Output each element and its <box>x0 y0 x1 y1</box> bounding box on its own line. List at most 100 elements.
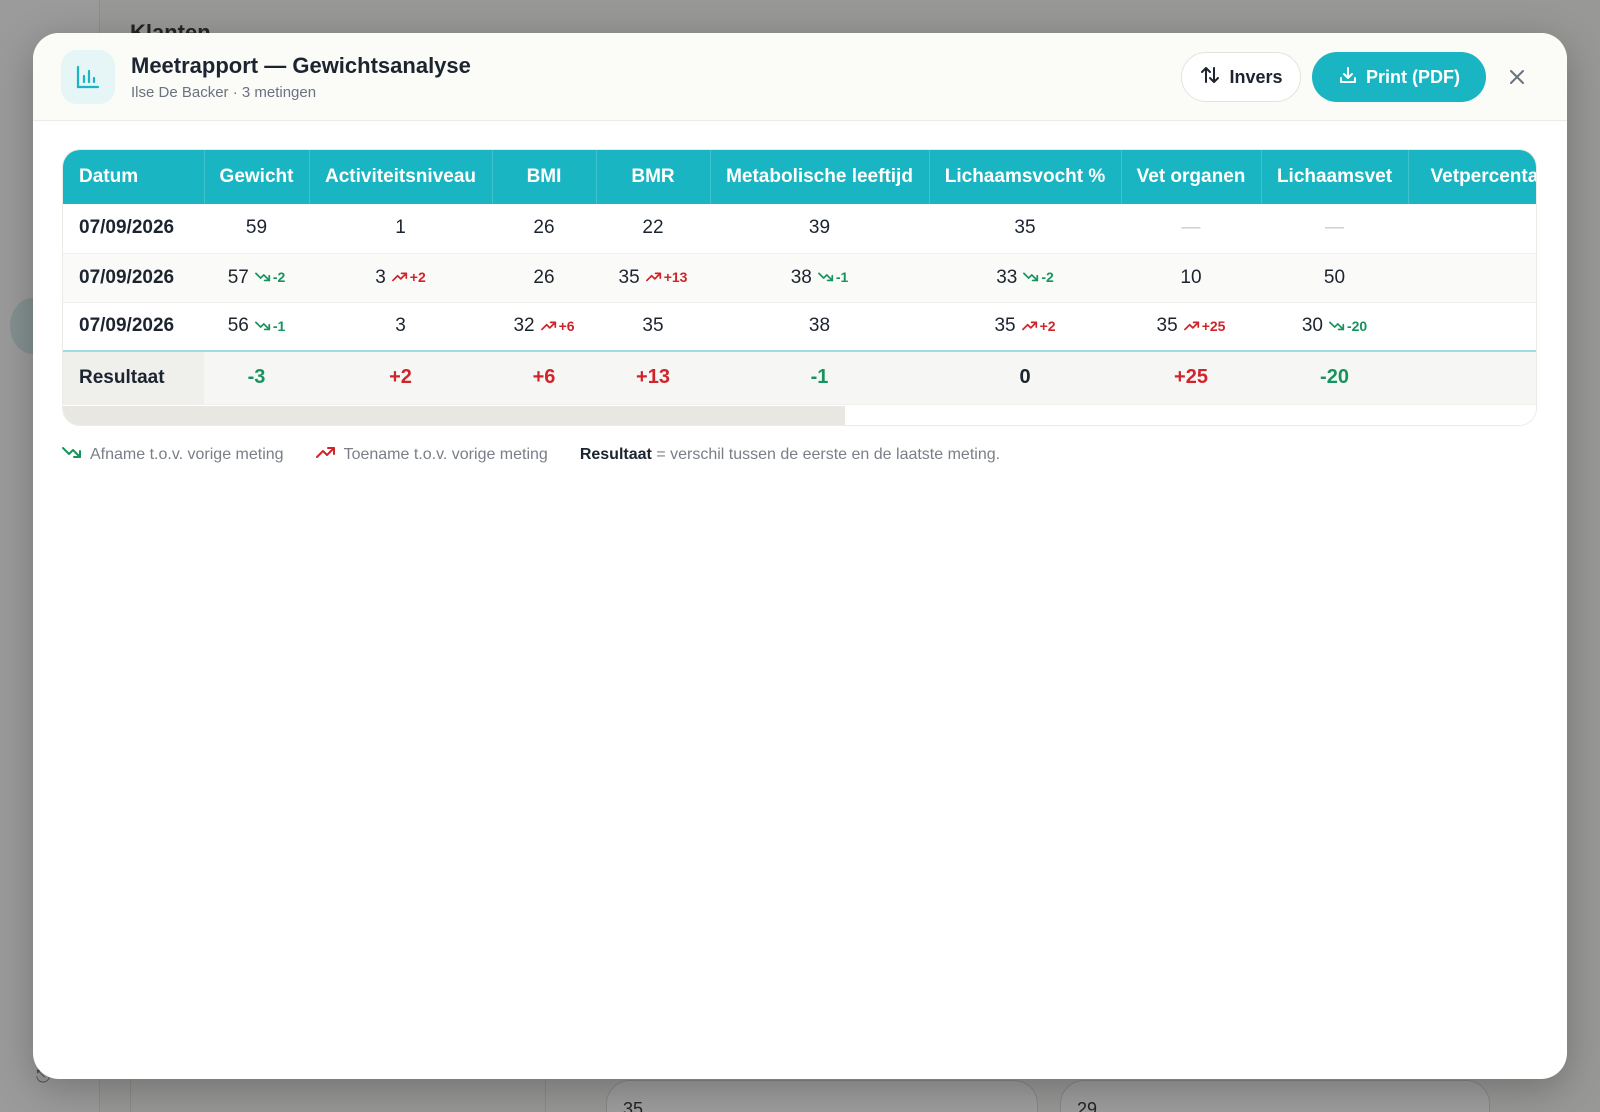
trend-down-icon <box>254 269 271 285</box>
cell-value: 38 <box>808 315 831 337</box>
cell-value: 35 <box>618 266 640 288</box>
result-value: -3 <box>204 350 309 405</box>
table-cell: 39 <box>710 204 929 254</box>
table-cell: 22 <box>596 204 710 254</box>
delta-value: +13 <box>663 269 688 286</box>
trend-up-icon <box>540 318 557 334</box>
legend-result-term: Resultaat <box>579 445 652 463</box>
result-value: +25 <box>1121 350 1261 405</box>
delta-badge: +2 <box>391 269 426 286</box>
cell-value: 35 <box>1014 217 1036 239</box>
invert-button[interactable]: Invers <box>1181 52 1301 102</box>
delta-badge: +13 <box>645 269 688 286</box>
cell-value: 22 <box>642 217 664 239</box>
cell-value: 35 <box>994 315 1016 337</box>
close-icon[interactable] <box>1503 63 1531 91</box>
result-value: +13 <box>596 350 710 405</box>
result-value: -20 <box>1261 350 1408 405</box>
trend-up-icon <box>1183 318 1200 334</box>
column-header: Metabolische leeftijd <box>710 150 930 204</box>
table-row: 07/09/2026 57 -2 3 +2 26 35 +13 38 -1 33 -2 10 50 <box>63 253 1536 303</box>
legend-decrease-label: Afname t.o.v. vorige meting <box>90 445 284 463</box>
print-pdf-button[interactable]: Print (PDF) <box>1312 52 1486 102</box>
delta-badge: -2 <box>254 269 286 286</box>
modal-title: Meetrapport — Gewichtsanalyse <box>131 53 471 78</box>
cell-value: 10 <box>1180 266 1202 288</box>
trend-up-icon <box>645 269 662 285</box>
delta-value: -2 <box>272 269 286 286</box>
delta-value: +25 <box>1201 318 1226 335</box>
row-date: 07/09/2026 <box>63 204 204 254</box>
cell-value: 3 <box>375 266 386 288</box>
column-header: Lichaamsvocht % <box>929 150 1122 204</box>
column-header: Datum <box>63 150 205 204</box>
result-value: 0 <box>929 350 1121 405</box>
column-header: Activiteitsniveau <box>309 150 493 204</box>
delta-value: -20 <box>1346 318 1368 335</box>
column-header: Vetpercentage <box>1408 150 1536 204</box>
modal-subtitle: Ilse De Backer · 3 metingen <box>131 84 317 101</box>
row-date: 07/09/2026 <box>63 253 204 303</box>
result-row: Resultaat -3 +2 +6 +13 -1 0 +25 -20 <box>63 350 1536 405</box>
table-cell: — <box>1121 204 1261 254</box>
table-cell: 59 <box>204 204 309 254</box>
report-modal: Meetrapport — Gewichtsanalyse Ilse De Ba… <box>33 33 1567 1079</box>
table-cell <box>1408 253 1536 303</box>
horizontal-scrollbar[interactable] <box>63 406 1536 425</box>
legend: Afname t.o.v. vorige meting Toename t.o.… <box>62 445 1000 464</box>
delta-value: +2 <box>409 269 426 286</box>
invert-button-label: Invers <box>1229 66 1283 87</box>
cell-value: — <box>1181 217 1201 239</box>
trend-down-icon <box>62 445 82 464</box>
column-header: Lichaamsvet <box>1261 150 1409 204</box>
table-cell: — <box>1261 204 1408 254</box>
row-date: 07/09/2026 <box>63 302 204 352</box>
result-label: Resultaat <box>63 350 204 405</box>
measurement-table-container: Datum Gewicht Activiteitsniveau BMI BMR Metab… <box>62 149 1537 426</box>
table-cell: 38 -1 <box>710 253 929 303</box>
cell-value: 26 <box>533 266 555 288</box>
table-cell: 10 <box>1121 253 1261 303</box>
trend-down-icon <box>254 318 271 334</box>
trend-down-icon <box>1329 318 1345 334</box>
table-cell: 26 <box>492 253 596 303</box>
legend-decrease: Afname t.o.v. vorige meting <box>62 445 284 464</box>
measurement-table-viewport: Datum Gewicht Activiteitsniveau BMI BMR Metab… <box>63 150 1536 407</box>
table-cell: 38 <box>710 302 929 352</box>
delta-badge: +6 <box>540 318 575 335</box>
delta-value: -1 <box>835 269 849 286</box>
table-cell: 35 <box>929 204 1121 254</box>
delta-badge: +2 <box>1021 318 1056 335</box>
table-cell: 33 -2 <box>929 253 1121 303</box>
table-cell: 3 <box>309 302 492 352</box>
delta-badge: -2 <box>1023 269 1054 286</box>
delta-badge: -1 <box>254 318 285 334</box>
table-cell: 56 -1 <box>204 302 309 352</box>
cell-value: 33 <box>996 266 1018 288</box>
legend-increase: Toename t.o.v. vorige meting <box>315 445 548 464</box>
delta-value: +6 <box>558 318 575 335</box>
table-cell: 35 <box>596 302 710 352</box>
trend-down-icon <box>817 269 834 285</box>
legend-result-note: Resultaat = verschil tussen de eerste en… <box>580 446 1000 464</box>
result-value: +2 <box>309 350 492 405</box>
table-cell: 50 <box>1261 253 1408 303</box>
scrollbar-thumb[interactable] <box>63 406 845 425</box>
delta-badge: -20 <box>1329 318 1367 334</box>
delta-value: -2 <box>1041 269 1054 286</box>
cell-value: 26 <box>533 217 555 239</box>
table-cell: 35 +25 <box>1121 302 1261 352</box>
cell-value: 35 <box>642 315 664 337</box>
cell-value: 30 <box>1301 315 1323 337</box>
download-icon <box>1338 65 1358 90</box>
delta-value: +2 <box>1039 318 1056 335</box>
result-value <box>1408 350 1536 405</box>
legend-increase-label: Toename t.o.v. vorige meting <box>343 445 548 463</box>
cell-value: 38 <box>790 266 812 288</box>
table-cell: 57 -2 <box>204 253 309 303</box>
table-cell: 26 <box>492 204 596 254</box>
table-row: 07/09/2026 56 -1 3 32 +6 35 38 35 +2 35 +25 30 -20 <box>63 302 1536 352</box>
cell-value: 50 <box>1323 266 1346 288</box>
trend-up-icon <box>315 445 336 464</box>
legend-result-description: = verschil tussen de eerste en de laatst… <box>656 445 1001 463</box>
